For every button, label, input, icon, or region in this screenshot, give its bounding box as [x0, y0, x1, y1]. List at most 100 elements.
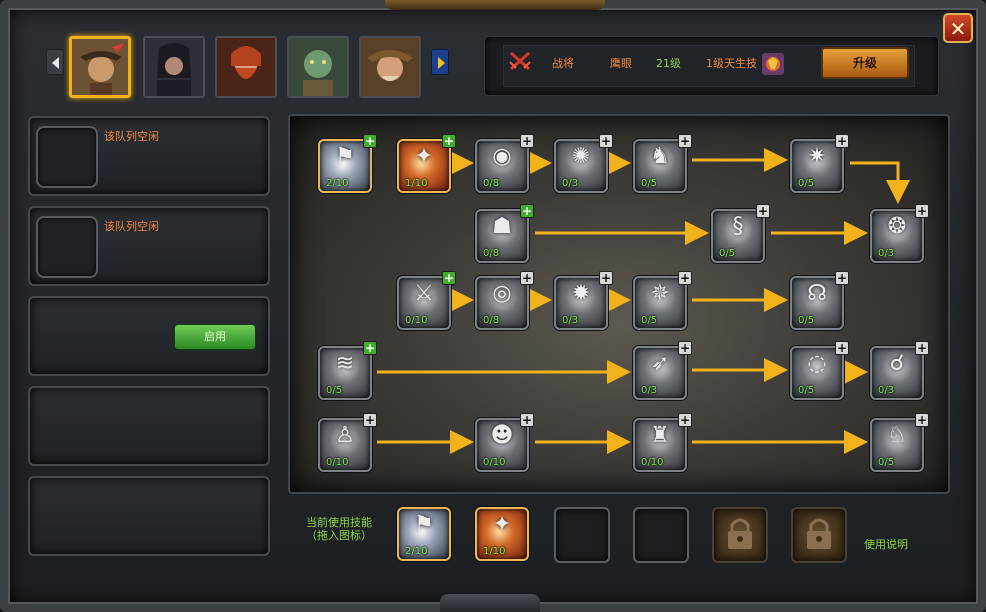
skill-node-17[interactable]: ◌ 0/5 + — [790, 341, 849, 400]
add-point-icon[interactable]: + — [678, 271, 692, 285]
skill-icon: ◎ — [492, 281, 512, 306]
add-point-icon[interactable]: + — [835, 341, 849, 355]
skill-icon: ≋ — [335, 351, 355, 376]
skill-node-21[interactable]: ♜ 0/10 + — [633, 413, 692, 472]
locked-skill-slot-1 — [712, 507, 768, 563]
skill-icon: ☗ — [492, 214, 512, 239]
padlock-icon — [728, 518, 752, 549]
skill-node-12[interactable]: ✹ 0/3 + — [554, 271, 613, 330]
skill-level: 0/5 — [719, 248, 736, 259]
add-point-icon[interactable]: + — [363, 134, 377, 148]
bottom-ornament — [440, 594, 540, 612]
skill-level: 0/8 — [483, 315, 500, 326]
add-point-icon[interactable]: + — [599, 271, 613, 285]
add-point-icon[interactable]: + — [442, 134, 456, 148]
skill-node-9[interactable]: ❂ 0/3 + — [870, 204, 929, 263]
skill-level: 0/5 — [798, 385, 815, 396]
skill-icon: ✵ — [650, 281, 670, 306]
add-point-icon[interactable]: + — [599, 134, 613, 148]
skill-level: 0/3 — [878, 385, 895, 396]
skill-level: 0/3 — [562, 178, 579, 189]
skill-icon: ♜ — [650, 423, 670, 448]
skill-icon: ❂ — [887, 214, 907, 239]
active-skill-slot-1[interactable]: ⚑ 2/10 — [397, 507, 451, 561]
add-point-icon[interactable]: + — [520, 204, 534, 218]
skill-node-20[interactable]: ☻ 0/10 + — [475, 413, 534, 472]
skill-node-3[interactable]: ◉ 0/8 + — [475, 134, 534, 193]
skill-icon: ☌ — [889, 351, 905, 376]
skill-icon: ♙ — [335, 423, 355, 448]
skill-level: 0/8 — [483, 248, 500, 259]
skill-level: 0/5 — [641, 315, 658, 326]
skill-level: 0/3 — [878, 248, 895, 259]
skill-icon: ✷ — [807, 144, 827, 169]
add-point-icon[interactable]: + — [520, 134, 534, 148]
add-point-icon[interactable]: + — [915, 341, 929, 355]
skill-node-14[interactable]: ☊ 0/5 + — [790, 271, 849, 330]
skill-node-4[interactable]: ✺ 0/3 + — [554, 134, 613, 193]
skill-icon: ⚑ — [414, 512, 434, 537]
skill-icon: ☻ — [490, 423, 514, 448]
active-skill-bar-label: 当前使用技能 （拖入图标） — [306, 516, 372, 542]
skill-node-5[interactable]: ♞ 0/5 + — [633, 134, 692, 193]
active-skill-slot-3[interactable] — [554, 507, 610, 563]
skill-level: 0/5 — [798, 315, 815, 326]
skill-node-19[interactable]: ♙ 0/10 + — [318, 413, 377, 472]
skill-icon: ♘ — [887, 423, 907, 448]
skill-icon: ⚑ — [335, 144, 355, 169]
skill-node-18[interactable]: ☌ 0/3 + — [870, 341, 929, 400]
skill-icon: ☊ — [807, 281, 827, 306]
skill-level: 0/10 — [483, 457, 506, 468]
skill-node-7[interactable]: ☗ 0/8 + — [475, 204, 534, 263]
skill-node-2[interactable]: ✦ 1/10 + — [397, 134, 456, 193]
skill-level: 1/10 — [405, 178, 428, 189]
skill-icon: ♞ — [650, 144, 670, 169]
skill-level: 0/10 — [405, 315, 428, 326]
active-skill-label-line2: （拖入图标） — [306, 529, 372, 542]
skill-level: 2/10 — [405, 546, 428, 557]
active-skill-slot-4[interactable] — [633, 507, 689, 563]
skill-node-13[interactable]: ✵ 0/5 + — [633, 271, 692, 330]
add-point-icon[interactable]: + — [756, 204, 770, 218]
add-point-icon[interactable]: + — [835, 271, 849, 285]
skill-icon: ✦ — [492, 512, 512, 537]
add-point-icon[interactable]: + — [520, 271, 534, 285]
active-skill-label-line1: 当前使用技能 — [306, 516, 372, 529]
skill-node-1[interactable]: ⚑ 2/10 + — [318, 134, 377, 193]
usage-help-link[interactable]: 使用说明 — [864, 536, 908, 552]
skill-level: 0/3 — [641, 385, 658, 396]
skill-level: 0/5 — [878, 457, 895, 468]
skill-node-16[interactable]: ➶ 0/3 + — [633, 341, 692, 400]
add-point-icon[interactable]: + — [915, 204, 929, 218]
skill-node-11[interactable]: ◎ 0/8 + — [475, 271, 534, 330]
skill-icon: ◉ — [492, 144, 512, 169]
add-point-icon[interactable]: + — [678, 341, 692, 355]
skill-node-8[interactable]: § 0/5 + — [711, 204, 770, 263]
skill-level: 0/5 — [641, 178, 658, 189]
padlock-icon — [807, 518, 831, 549]
add-point-icon[interactable]: + — [363, 341, 377, 355]
skill-level: 0/10 — [641, 457, 664, 468]
skill-level: 0/5 — [326, 385, 343, 396]
skill-icon: ◌ — [807, 351, 827, 376]
skill-node-15[interactable]: ≋ 0/5 + — [318, 341, 377, 400]
skill-icon: ✦ — [414, 144, 434, 169]
add-point-icon[interactable]: + — [520, 413, 534, 427]
active-skill-slot-2[interactable]: ✦ 1/10 — [475, 507, 529, 561]
skill-node-22[interactable]: ♘ 0/5 + — [870, 413, 929, 472]
locked-skill-slot-2 — [791, 507, 847, 563]
add-point-icon[interactable]: + — [678, 134, 692, 148]
skill-level: 0/5 — [798, 178, 815, 189]
add-point-icon[interactable]: + — [442, 271, 456, 285]
skill-node-6[interactable]: ✷ 0/5 + — [790, 134, 849, 193]
skill-icon: ⚔ — [414, 281, 434, 306]
skill-node-10[interactable]: ⚔ 0/10 + — [397, 271, 456, 330]
add-point-icon[interactable]: + — [915, 413, 929, 427]
skill-level: 2/10 — [326, 178, 349, 189]
add-point-icon[interactable]: + — [363, 413, 377, 427]
add-point-icon[interactable]: + — [678, 413, 692, 427]
skill-level: 1/10 — [483, 546, 506, 557]
add-point-icon[interactable]: + — [835, 134, 849, 148]
skill-icon: ✹ — [571, 281, 591, 306]
skill-level: 0/10 — [326, 457, 349, 468]
